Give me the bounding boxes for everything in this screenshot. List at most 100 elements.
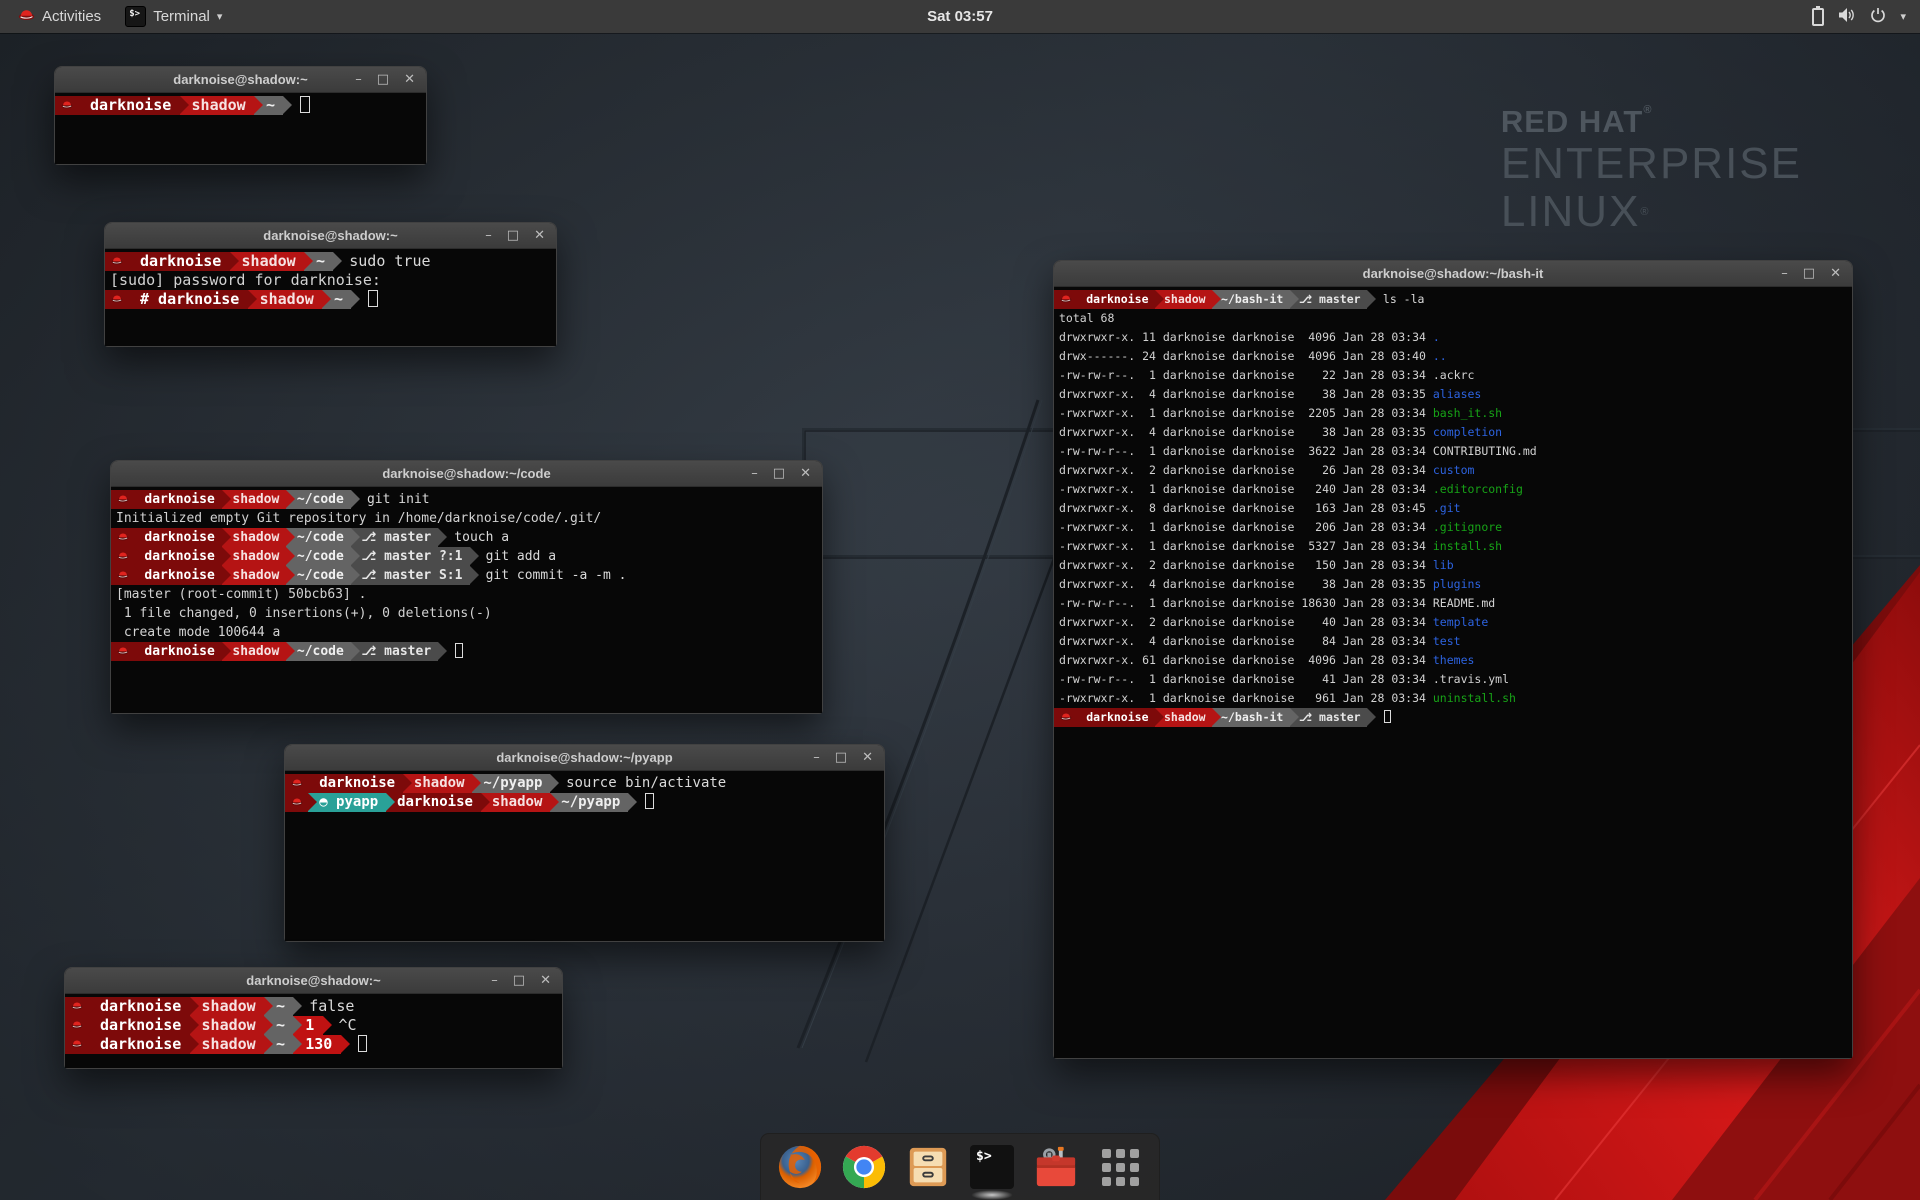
command-text: sudo true bbox=[349, 252, 430, 270]
terminal-window-sudo: darknoise@shadow:~ –□✕ darknoiseshadow~s… bbox=[104, 222, 557, 347]
close-button[interactable]: ✕ bbox=[800, 461, 811, 487]
prompt-segment-host: shadow bbox=[222, 566, 287, 585]
prompt-segment-user: darknoise bbox=[1077, 290, 1155, 309]
prompt-segment-host: shadow bbox=[481, 793, 550, 812]
close-button[interactable]: ✕ bbox=[534, 223, 545, 249]
window-title: darknoise@shadow:~/bash-it bbox=[1363, 266, 1544, 281]
minimize-button[interactable]: – bbox=[355, 67, 362, 93]
maximize-button[interactable]: □ bbox=[507, 223, 519, 249]
minimize-button[interactable]: – bbox=[485, 223, 492, 249]
clock[interactable]: Sat 03:57 bbox=[927, 8, 993, 25]
registered-mark: ® bbox=[1640, 206, 1650, 218]
titlebar[interactable]: darknoise@shadow:~ –□✕ bbox=[55, 67, 426, 93]
close-button[interactable]: ✕ bbox=[540, 968, 551, 994]
minimize-button[interactable]: – bbox=[491, 968, 498, 994]
terminal-line: darknoiseshadow~/code⎇ master S:1git com… bbox=[111, 566, 822, 585]
terminal-line: drwx------. 24 darknoise darknoise 4096 … bbox=[1054, 347, 1852, 366]
maximize-button[interactable]: □ bbox=[773, 461, 785, 487]
prompt-segment-user: # darknoise bbox=[128, 290, 248, 309]
terminal-content[interactable]: darknoiseshadow~falsedarknoiseshadow~1^C… bbox=[65, 994, 562, 1068]
titlebar[interactable]: darknoise@shadow:~/bash-it –□ ✕ bbox=[1054, 261, 1852, 287]
terminal-icon[interactable]: $> bbox=[969, 1144, 1015, 1190]
maximize-button[interactable]: □ bbox=[835, 745, 847, 771]
command-text: git init bbox=[367, 492, 430, 507]
prompt-segment-user: darknoise bbox=[88, 1035, 190, 1054]
top-bar: Activities $> Terminal ▾ Sat 03:57 ▾ bbox=[0, 0, 1920, 33]
command-text: git commit -a -m . bbox=[486, 568, 627, 583]
activities-button[interactable]: Activities bbox=[10, 0, 109, 33]
file-name: .ackrc bbox=[1433, 368, 1475, 382]
file-name: lib bbox=[1433, 558, 1454, 572]
minimize-button[interactable]: – bbox=[1781, 261, 1788, 287]
file-name: .editorconfig bbox=[1433, 482, 1523, 496]
terminal-line: darknoiseshadow~/code⎇ master bbox=[111, 642, 822, 661]
chrome-icon[interactable] bbox=[841, 1144, 887, 1190]
titlebar[interactable]: darknoise@shadow:~ –□ ✕ bbox=[65, 968, 562, 994]
redhat-prompt-icon bbox=[111, 642, 134, 661]
titlebar[interactable]: darknoise@shadow:~/code –□✕ bbox=[111, 461, 822, 487]
titlebar[interactable]: darknoise@shadow:~ –□✕ bbox=[105, 223, 556, 249]
redhat-prompt-icon bbox=[111, 566, 134, 585]
maximize-button[interactable]: □ bbox=[513, 968, 525, 994]
terminal-cursor bbox=[358, 1035, 367, 1052]
terminal-line: Initialized empty Git repository in /hom… bbox=[111, 509, 822, 528]
file-name: install.sh bbox=[1433, 539, 1502, 553]
minimize-button[interactable]: – bbox=[813, 745, 820, 771]
file-name: . bbox=[1433, 330, 1440, 344]
file-name: .. bbox=[1433, 349, 1447, 363]
app-menu-terminal[interactable]: $> Terminal ▾ bbox=[115, 0, 232, 33]
app-grid-icon[interactable] bbox=[1097, 1144, 1143, 1190]
maximize-button[interactable]: □ bbox=[1803, 261, 1815, 287]
toolbox-icon[interactable] bbox=[1033, 1144, 1079, 1190]
redhat-prompt-icon bbox=[105, 252, 128, 271]
terminal-line: -rwxrwxr-x. 1 darknoise darknoise 206 Ja… bbox=[1054, 518, 1852, 537]
redhat-prompt-icon bbox=[55, 96, 78, 115]
titlebar[interactable]: darknoise@shadow:~/pyapp –□✕ bbox=[285, 745, 884, 771]
maximize-button[interactable]: □ bbox=[377, 67, 389, 93]
registered-mark: ® bbox=[1643, 104, 1652, 116]
terminal-line: -rw-rw-r--. 1 darknoise darknoise 18630 … bbox=[1054, 594, 1852, 613]
prompt-segment-host: shadow bbox=[222, 490, 287, 509]
close-button[interactable]: ✕ bbox=[404, 67, 415, 93]
prompt-segment-path: ~/code bbox=[286, 566, 351, 585]
redhat-prompt-icon bbox=[111, 547, 134, 566]
file-name: plugins bbox=[1433, 577, 1481, 591]
prompt-segment-host: shadow bbox=[190, 1035, 264, 1054]
prompt-segment-user: darknoise bbox=[386, 793, 481, 812]
redhat-prompt-icon bbox=[105, 290, 128, 309]
prompt-segment-user: darknoise bbox=[134, 642, 222, 661]
system-status-area[interactable]: ▾ bbox=[1806, 0, 1912, 33]
terminal-line: darknoiseshadow~sudo true bbox=[105, 252, 556, 271]
close-button[interactable]: ✕ bbox=[1830, 261, 1841, 287]
window-title: darknoise@shadow:~ bbox=[246, 973, 380, 988]
terminal-window-code: darknoise@shadow:~/code –□✕ darknoisesha… bbox=[110, 460, 823, 714]
terminal-line: total 68 bbox=[1054, 309, 1852, 328]
file-name: custom bbox=[1433, 463, 1475, 477]
terminal-line: [master (root-commit) 50bcb63] . bbox=[111, 585, 822, 604]
terminal-line: drwxrwxr-x. 4 darknoise darknoise 84 Jan… bbox=[1054, 632, 1852, 651]
terminal-line: -rwxrwxr-x. 1 darknoise darknoise 240 Ja… bbox=[1054, 480, 1852, 499]
firefox-icon[interactable] bbox=[777, 1144, 823, 1190]
terminal-window-home-1: darknoise@shadow:~ –□✕ darknoiseshadow~ bbox=[54, 66, 427, 165]
file-name: test bbox=[1433, 634, 1461, 648]
terminal-line: darknoiseshadow~false bbox=[65, 997, 562, 1016]
terminal-content[interactable]: darknoiseshadow~ bbox=[55, 93, 426, 164]
command-text: touch a bbox=[454, 530, 509, 545]
terminal-content[interactable]: darknoiseshadow~/bash-it⎇ masterls -lato… bbox=[1054, 287, 1852, 1058]
terminal-content[interactable]: darknoiseshadow~/pyappsource bin/activat… bbox=[285, 771, 884, 941]
brand-redhat: RED HAT® bbox=[1501, 104, 1802, 140]
terminal-line: drwxrwxr-x. 2 darknoise darknoise 26 Jan… bbox=[1054, 461, 1852, 480]
activities-label: Activities bbox=[42, 8, 101, 25]
minimize-button[interactable]: – bbox=[751, 461, 758, 487]
terminal-line: drwxrwxr-x. 2 darknoise darknoise 150 Ja… bbox=[1054, 556, 1852, 575]
terminal-window-bash-it: darknoise@shadow:~/bash-it –□ ✕ darknoise… bbox=[1053, 260, 1853, 1059]
close-button[interactable]: ✕ bbox=[862, 745, 873, 771]
file-name: completion bbox=[1433, 425, 1502, 439]
terminal-content[interactable]: darknoiseshadow~sudo true[sudo] password… bbox=[105, 249, 556, 346]
desktop: RED HAT® ENTERPRISE LINUX® Activities $>… bbox=[0, 0, 1920, 1200]
terminal-content[interactable]: darknoiseshadow~/codegit initInitialized… bbox=[111, 487, 822, 713]
prompt-segment-venv: ◓ pyapp bbox=[308, 793, 386, 812]
prompt-segment-path: ~/pyapp bbox=[472, 774, 550, 793]
prompt-segment-host: shadow bbox=[222, 642, 287, 661]
files-icon[interactable] bbox=[905, 1144, 951, 1190]
